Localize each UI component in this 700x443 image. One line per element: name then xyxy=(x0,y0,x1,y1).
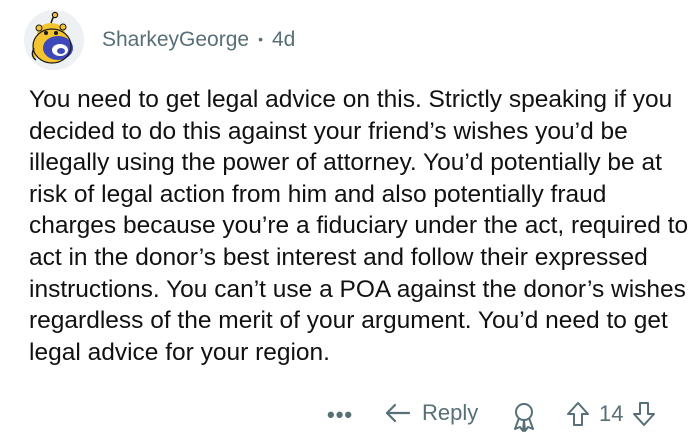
meta-separator: • xyxy=(258,31,263,47)
comment-header: SharkeyGeorge • 4d xyxy=(24,10,295,70)
upvote-arrow-icon[interactable] xyxy=(565,400,591,428)
vote-count: 14 xyxy=(599,401,624,426)
snoo-avatar-icon xyxy=(24,10,84,70)
comment-body: You need to get legal advice on this. St… xyxy=(29,86,689,366)
more-options-button[interactable]: ••• xyxy=(327,402,353,428)
reply-button[interactable]: Reply xyxy=(384,400,478,426)
downvote-arrow-icon[interactable] xyxy=(631,400,657,428)
reply-arrow-icon xyxy=(385,403,411,423)
reply-label: Reply xyxy=(422,400,479,425)
comment-card: SharkeyGeorge • 4d You need to get legal… xyxy=(0,0,700,443)
award-icon xyxy=(514,403,534,432)
vote-group: 14 xyxy=(565,400,657,428)
comment-actions: ••• Reply 14 xyxy=(0,396,700,440)
avatar[interactable] xyxy=(24,10,84,70)
username-link[interactable]: SharkeyGeorge xyxy=(102,28,249,52)
award-button[interactable] xyxy=(511,402,537,437)
comment-age: 4d xyxy=(272,28,296,51)
comment-meta: SharkeyGeorge • 4d xyxy=(102,28,295,52)
